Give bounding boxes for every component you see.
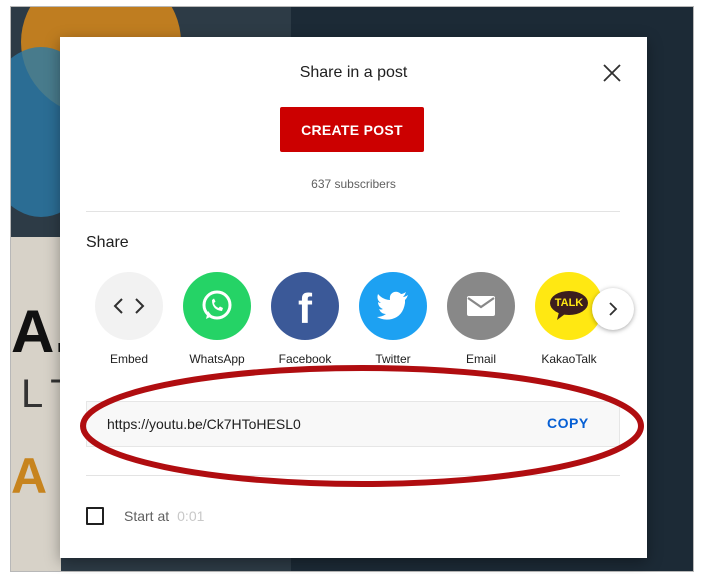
share-dialog: Share in a post CREATE POST 637 subscrib… xyxy=(60,37,647,558)
share-target-twitter[interactable]: Twitter xyxy=(350,272,436,366)
share-target-label: WhatsApp xyxy=(189,352,245,366)
embed-icon xyxy=(95,272,163,340)
divider xyxy=(86,475,620,476)
share-target-embed[interactable]: Embed xyxy=(86,272,172,366)
whatsapp-icon xyxy=(183,272,251,340)
share-heading: Share xyxy=(86,234,129,251)
share-target-whatsapp[interactable]: WhatsApp xyxy=(174,272,260,366)
start-at-time[interactable]: 0:01 xyxy=(177,508,204,524)
close-icon xyxy=(603,64,621,82)
share-target-email[interactable]: Email xyxy=(438,272,524,366)
share-url[interactable]: https://youtu.be/Ck7HToHESL0 xyxy=(107,416,301,432)
share-target-label: Twitter xyxy=(375,352,411,366)
thumbnail-text-fragment: A xyxy=(11,448,48,504)
share-target-label: Email xyxy=(465,352,496,366)
share-link-box: https://youtu.be/Ck7HToHESL0 COPY xyxy=(86,401,620,447)
share-targets: Embed WhatsApp f Facebook Twitter Email … xyxy=(86,272,620,372)
next-targets-button[interactable] xyxy=(592,288,634,330)
share-target-label: Facebook xyxy=(278,352,332,366)
start-at-label: Start at xyxy=(124,508,170,524)
chevron-right-icon xyxy=(609,302,618,316)
create-post-button[interactable]: CREATE POST xyxy=(280,107,424,152)
share-target-label: Embed xyxy=(109,352,149,366)
divider xyxy=(86,211,620,212)
subscriber-count: 637 subscribers xyxy=(311,177,396,191)
facebook-icon: f xyxy=(271,272,339,340)
copy-button[interactable]: COPY xyxy=(547,415,589,431)
close-button[interactable] xyxy=(600,61,624,85)
start-at-checkbox[interactable] xyxy=(86,507,104,525)
kakaotalk-badge-text: TALK xyxy=(554,297,584,309)
share-target-label: KakaoTalk xyxy=(541,352,597,366)
share-target-facebook[interactable]: f Facebook xyxy=(262,272,348,366)
twitter-icon xyxy=(359,272,427,340)
dialog-title: Share in a post xyxy=(299,64,408,81)
email-icon xyxy=(447,272,515,340)
start-at-row: Start at 0:01 xyxy=(86,505,204,527)
